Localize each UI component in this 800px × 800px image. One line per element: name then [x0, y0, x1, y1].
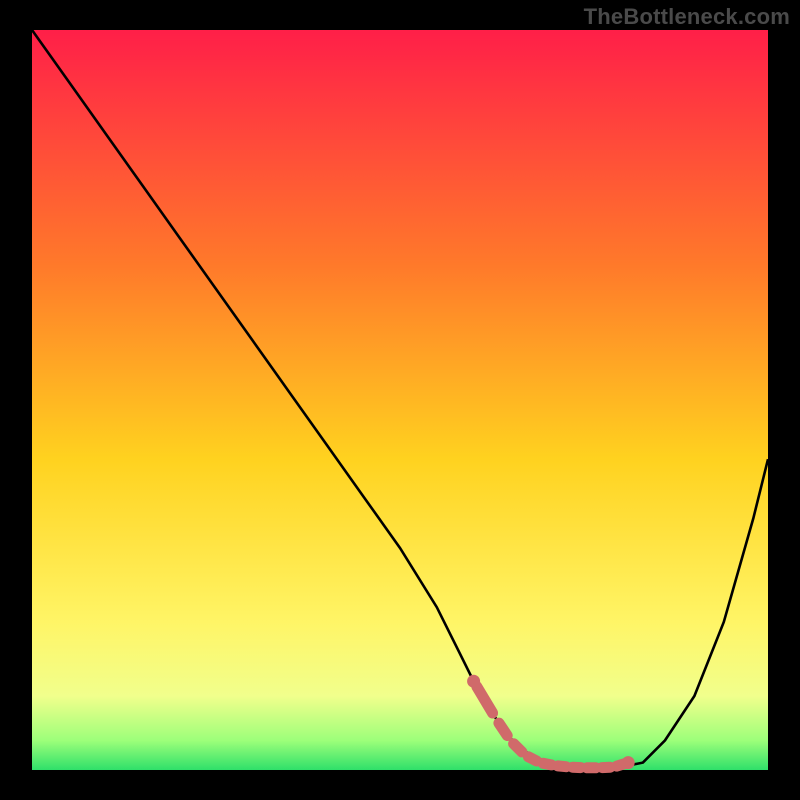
marker-segment: [514, 744, 522, 752]
marker-segment: [528, 757, 536, 761]
plot-background: [32, 30, 768, 770]
chart-frame: { "watermark": "TheBottleneck.com", "col…: [0, 0, 800, 800]
marker-segment: [543, 763, 551, 765]
bottleneck-chart: [0, 0, 800, 800]
marker-segment: [558, 766, 566, 767]
marker-end-dot: [622, 756, 635, 769]
watermark-text: TheBottleneck.com: [584, 4, 790, 30]
marker-end-dot: [467, 675, 480, 688]
marker-segment: [499, 723, 507, 735]
